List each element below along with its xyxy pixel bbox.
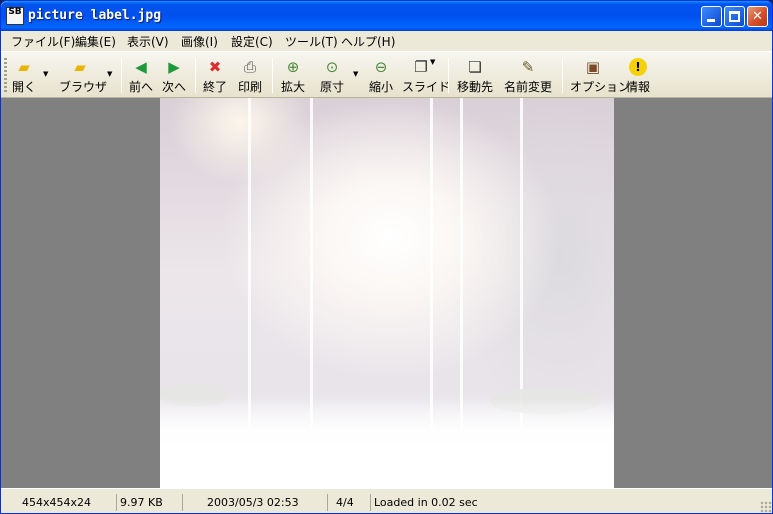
options-button[interactable]: ▣ オプション bbox=[570, 56, 630, 96]
status-load-time: Loaded in 0.02 sec bbox=[370, 494, 760, 511]
prev-button[interactable]: ◀ 前へ bbox=[128, 56, 154, 96]
image-viewer[interactable] bbox=[1, 98, 772, 488]
status-file-size: 9.97 KB bbox=[116, 494, 182, 511]
status-bar: 454x454x24 9.97 KB 2003/05/3 02:53 4/4 L… bbox=[1, 488, 772, 513]
menu-view[interactable]: 表示(V) bbox=[127, 33, 169, 50]
open-dropdown-arrow-icon[interactable]: ▼ bbox=[43, 70, 48, 78]
zoom-out-button[interactable]: ⊖ 縮小 bbox=[367, 56, 395, 96]
close-icon: ✕ bbox=[752, 9, 763, 24]
window-title: picture label.jpg bbox=[28, 8, 162, 23]
arrow-left-icon: ◀ bbox=[135, 58, 147, 76]
actual-size-button[interactable]: ⊙ 原寸 bbox=[319, 56, 345, 96]
printer-icon: ⎙ bbox=[243, 58, 256, 76]
minimize-icon bbox=[707, 19, 715, 22]
menu-settings[interactable]: 設定(C) bbox=[231, 33, 273, 50]
info-icon: ! bbox=[629, 58, 647, 76]
maximize-button[interactable] bbox=[724, 6, 745, 27]
menu-edit[interactable]: 編集(E) bbox=[75, 33, 116, 50]
slideshow-dropdown-arrow-icon[interactable]: ▼ bbox=[430, 58, 435, 66]
app-icon[interactable]: SB bbox=[6, 7, 24, 25]
slideshow-icon: ❐ bbox=[414, 58, 428, 76]
folder-icon: ▰ bbox=[18, 58, 30, 76]
app-window: SB picture label.jpg ✕ ファイル(F) 編集(E) 表示(… bbox=[0, 0, 773, 514]
image-stripe bbox=[520, 98, 523, 428]
menu-bar: ファイル(F) 編集(E) 表示(V) 画像(I) 設定(C) ツール(T) ヘ… bbox=[1, 31, 772, 50]
zoom-in-icon: ⊕ bbox=[286, 58, 300, 76]
image-cloud-band bbox=[160, 398, 614, 488]
minimize-button[interactable] bbox=[701, 6, 722, 27]
status-dimensions: 454x454x24 bbox=[22, 496, 92, 509]
menu-image[interactable]: 画像(I) bbox=[181, 33, 218, 50]
image-stripe bbox=[430, 98, 433, 428]
print-button[interactable]: ⎙ 印刷 bbox=[237, 56, 263, 96]
image-stripe bbox=[248, 98, 251, 428]
menu-file[interactable]: ファイル(F) bbox=[11, 33, 75, 50]
open-button[interactable]: ▰ 開く bbox=[11, 56, 37, 96]
info-button[interactable]: ! 情報 bbox=[625, 56, 651, 96]
arrow-right-icon: ▶ bbox=[168, 58, 180, 76]
image-stripe bbox=[460, 98, 463, 428]
title-bar[interactable]: SB picture label.jpg ✕ bbox=[1, 1, 772, 31]
toolbar: ▰ 開く ▼ ▰ ブラウザ ▼ ◀ 前へ ▶ 次へ ✖ 終了 ⎙ 印刷 ⊕ 拡大… bbox=[1, 51, 772, 98]
x-icon: ✖ bbox=[208, 58, 222, 76]
rename-button[interactable]: ✎ 名前変更 bbox=[503, 56, 553, 96]
maximize-icon bbox=[729, 11, 740, 22]
move-icon: ❏ bbox=[468, 58, 482, 76]
browse-button[interactable]: ▰ ブラウザ bbox=[59, 56, 107, 96]
toolbar-grip[interactable] bbox=[4, 58, 7, 93]
zoom-in-button[interactable]: ⊕ 拡大 bbox=[280, 56, 306, 96]
displayed-image[interactable] bbox=[160, 98, 614, 488]
actual-size-dropdown-arrow-icon[interactable]: ▼ bbox=[353, 70, 358, 78]
toolbar-separator bbox=[121, 58, 122, 93]
browse-dropdown-arrow-icon[interactable]: ▼ bbox=[107, 70, 112, 78]
menu-help[interactable]: ヘルプ(H) bbox=[341, 33, 395, 50]
options-icon: ▣ bbox=[585, 58, 601, 76]
status-index: 4/4 bbox=[327, 494, 367, 511]
actual-size-icon: ⊙ bbox=[325, 58, 339, 76]
toolbar-separator bbox=[562, 58, 563, 93]
resize-grip[interactable] bbox=[760, 501, 772, 513]
image-stripe bbox=[310, 98, 313, 428]
menu-tools[interactable]: ツール(T) bbox=[285, 33, 338, 50]
move-to-button[interactable]: ❏ 移動先 bbox=[456, 56, 494, 96]
toolbar-separator bbox=[195, 58, 196, 93]
toolbar-separator bbox=[448, 58, 449, 93]
toolbar-separator bbox=[272, 58, 273, 93]
browser-folder-icon: ▰ bbox=[74, 58, 86, 76]
zoom-out-icon: ⊖ bbox=[374, 58, 388, 76]
rename-icon: ✎ bbox=[521, 58, 535, 76]
next-button[interactable]: ▶ 次へ bbox=[161, 56, 187, 96]
exit-button[interactable]: ✖ 終了 bbox=[202, 56, 228, 96]
close-button[interactable]: ✕ bbox=[747, 6, 768, 27]
status-date: 2003/05/3 02:53 bbox=[182, 494, 324, 511]
